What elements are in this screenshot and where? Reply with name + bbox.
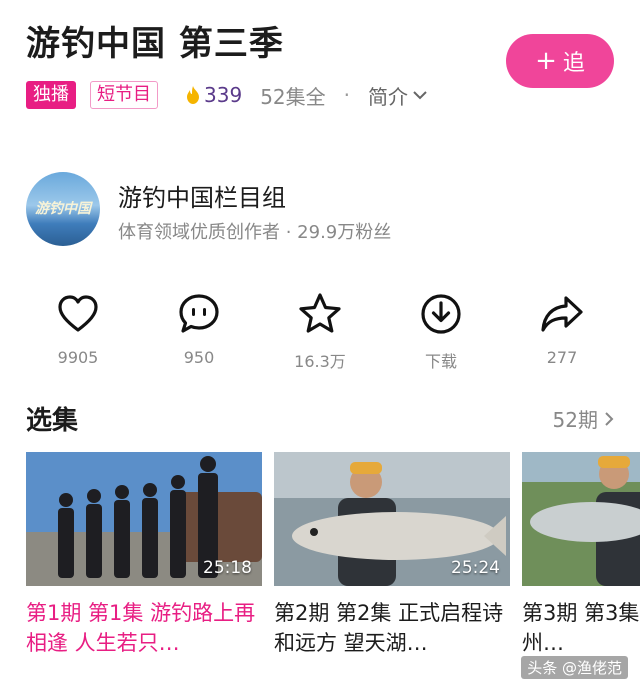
favorite-button[interactable]: 16.3万 xyxy=(270,292,370,372)
action-bar: 9905 950 16.3万 下载 277 xyxy=(0,292,640,372)
avatar-logo-text: 游钓中国 xyxy=(35,201,91,217)
episode-thumbnail[interactable]: 25:18 xyxy=(26,452,262,586)
watermark: 头条 @渔佬范 xyxy=(521,656,628,679)
episode-section-title: 选集 xyxy=(26,406,79,436)
episode-section-header: 选集 52期 xyxy=(26,400,614,436)
exclusive-badge: 独播 xyxy=(26,81,76,109)
chevron-right-icon xyxy=(605,411,614,426)
share-button[interactable]: 277 xyxy=(512,292,612,367)
episode-thumbnail[interactable]: 25:24 xyxy=(274,452,510,586)
comment-count: 950 xyxy=(183,348,215,367)
download-label: 下载 xyxy=(424,352,457,371)
short-program-badge: 短节目 xyxy=(90,81,158,109)
comment-button[interactable]: 950 xyxy=(149,292,249,367)
follow-label: 追 xyxy=(562,51,585,76)
follow-button[interactable]: + 追 xyxy=(506,34,614,88)
avatar[interactable]: 游钓中国 xyxy=(26,172,100,246)
comment-icon xyxy=(179,294,219,333)
episode-card[interactable]: 25:18 第1期 第1集 游钓路上再相逢 人生若只… xyxy=(26,452,262,658)
episode-title[interactable]: 第1期 第1集 游钓路上再相逢 人生若只… xyxy=(26,598,262,658)
episode-count-link[interactable]: 52期 xyxy=(553,404,614,433)
share-icon xyxy=(541,296,583,332)
flame-icon xyxy=(187,86,199,104)
intro-label: 简介 xyxy=(368,84,408,109)
favorite-count: 16.3万 xyxy=(294,352,346,371)
star-icon xyxy=(299,293,341,333)
like-button[interactable]: 9905 xyxy=(28,292,128,367)
download-icon xyxy=(421,294,461,334)
episodes-total: 52集全 xyxy=(260,84,326,109)
episode-thumbnail[interactable] xyxy=(522,452,640,586)
episode-title[interactable]: 第3期 第3集 地江西抚州… xyxy=(522,598,640,658)
intro-toggle[interactable]: 简介 xyxy=(368,81,428,110)
separator-dot: · xyxy=(343,83,350,107)
hot-count-value: 339 xyxy=(204,83,243,107)
share-count: 277 xyxy=(546,348,578,367)
creator-name[interactable]: 游钓中国栏目组 xyxy=(118,178,286,213)
episode-list[interactable]: 25:18 第1期 第1集 游钓路上再相逢 人生若只… 25:24 第2期 第2… xyxy=(26,452,640,662)
episode-count: 52期 xyxy=(552,408,598,432)
creator-card[interactable]: 游钓中国 游钓中国栏目组 体育领域优质创作者 · 29.9万粉丝 xyxy=(26,172,620,252)
episode-duration: 25:18 xyxy=(203,558,252,578)
title-row: 游钓中国 第三季 + 追 xyxy=(26,20,620,88)
show-meta: 独播 短节目 339 52集全 · 简介 xyxy=(26,80,428,110)
creator-description: 体育领域优质创作者 · 29.9万粉丝 xyxy=(118,222,392,243)
episode-title[interactable]: 第2期 第2集 正式启程诗和远方 望天湖… xyxy=(274,598,510,658)
episode-3-image xyxy=(522,452,640,586)
download-button[interactable]: 下载 xyxy=(391,292,491,372)
episode-card[interactable]: 25:24 第2期 第2集 正式启程诗和远方 望天湖… xyxy=(274,452,510,658)
episode-duration: 25:24 xyxy=(451,558,500,578)
heart-icon xyxy=(58,295,98,332)
plus-icon: + xyxy=(535,46,557,76)
like-count: 9905 xyxy=(57,348,99,367)
hot-count: 339 xyxy=(186,83,242,107)
chevron-down-icon xyxy=(413,91,427,100)
episode-card[interactable]: 第3期 第3集 地江西抚州… xyxy=(522,452,640,658)
